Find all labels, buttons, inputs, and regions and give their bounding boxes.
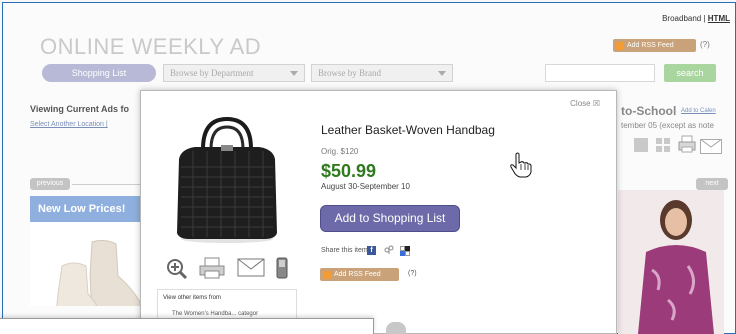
back-to-school-dates: tember 05 (except as note	[621, 121, 714, 130]
new-low-prices-banner: New Low Prices!	[30, 196, 140, 222]
rss-icon	[323, 271, 331, 279]
mail-icon[interactable]	[237, 257, 265, 277]
search-button[interactable]: search	[664, 64, 716, 82]
chevron-down-icon	[438, 71, 446, 76]
html-link[interactable]: HTML	[708, 14, 730, 23]
sale-price: $50.99	[321, 161, 377, 181]
single-view-icon[interactable]	[634, 138, 648, 152]
previous-button[interactable]: previous	[30, 178, 70, 190]
mail-icon[interactable]	[700, 139, 722, 154]
rss-button-label: Add RSS Feed	[627, 42, 674, 49]
close-label: Close	[570, 99, 591, 108]
handbag-image	[177, 116, 277, 243]
rss-modal-label: Add RSS Feed	[334, 271, 381, 278]
select-another-location-link[interactable]: Select Another Location |	[30, 121, 108, 128]
product-title: Leather Basket-Woven Handbag	[321, 123, 495, 137]
printer-icon[interactable]	[199, 257, 225, 279]
date-range: August 30-September 10	[321, 182, 410, 191]
close-button[interactable]: Close ☒	[570, 99, 600, 108]
grid-view-icon[interactable]	[656, 138, 670, 152]
share-label: Share this item:	[321, 247, 370, 254]
zoom-icon[interactable]	[165, 257, 189, 279]
next-button[interactable]: next	[696, 178, 728, 190]
add-rss-feed-button[interactable]: Add RSS Feed	[613, 39, 696, 52]
search-input[interactable]	[545, 64, 655, 82]
add-to-calendar-link[interactable]: Add to Calen	[681, 108, 716, 114]
share-icon[interactable]	[384, 245, 394, 255]
original-price: Orig. $120	[321, 147, 359, 156]
overlapping-window-edge	[0, 318, 374, 334]
viewing-current-ads-text: Viewing Current Ads fo	[30, 104, 130, 114]
model-image[interactable]	[618, 190, 724, 334]
other-items-link[interactable]: The Women's Handba... categor	[172, 311, 258, 317]
boots-image	[56, 239, 140, 306]
top-links: Broadband | HTML	[662, 14, 730, 23]
hand-cursor-icon	[510, 152, 532, 178]
browse-department-select[interactable]: Browse by Department	[163, 64, 305, 82]
overlapping-window-control	[386, 322, 406, 334]
browse-brand-select[interactable]: Browse by Brand	[311, 64, 453, 82]
rss-help-link-modal[interactable]: (?)	[408, 270, 417, 277]
product-detail-modal: Close ☒ View other items from The Women'…	[140, 90, 617, 334]
rss-help-link[interactable]: (?)	[700, 40, 710, 49]
model-photo	[618, 190, 724, 334]
broadband-link[interactable]: Broadband |	[662, 14, 705, 23]
phone-icon[interactable]	[276, 257, 288, 279]
delicious-icon[interactable]	[400, 246, 410, 256]
add-rss-feed-button-modal[interactable]: Add RSS Feed	[320, 268, 399, 281]
printer-icon[interactable]	[678, 135, 696, 153]
rss-icon	[616, 42, 624, 50]
browse-department-label: Browse by Department	[170, 68, 254, 78]
site-title: ONLINE WEEKLY AD	[40, 34, 262, 59]
chevron-down-icon	[290, 71, 298, 76]
back-to-school-title: to-School	[621, 104, 677, 118]
other-items-label: View other items from	[163, 295, 221, 301]
add-to-shopping-list-button[interactable]: Add to Shopping List	[320, 205, 460, 232]
divider	[72, 184, 142, 185]
shopping-list-button[interactable]: Shopping List	[42, 64, 156, 82]
browse-brand-label: Browse by Brand	[318, 68, 381, 78]
new-low-prices-panel[interactable]: New Low Prices!	[30, 196, 140, 306]
close-icon: ☒	[592, 99, 600, 108]
facebook-icon[interactable]: f	[367, 246, 376, 255]
